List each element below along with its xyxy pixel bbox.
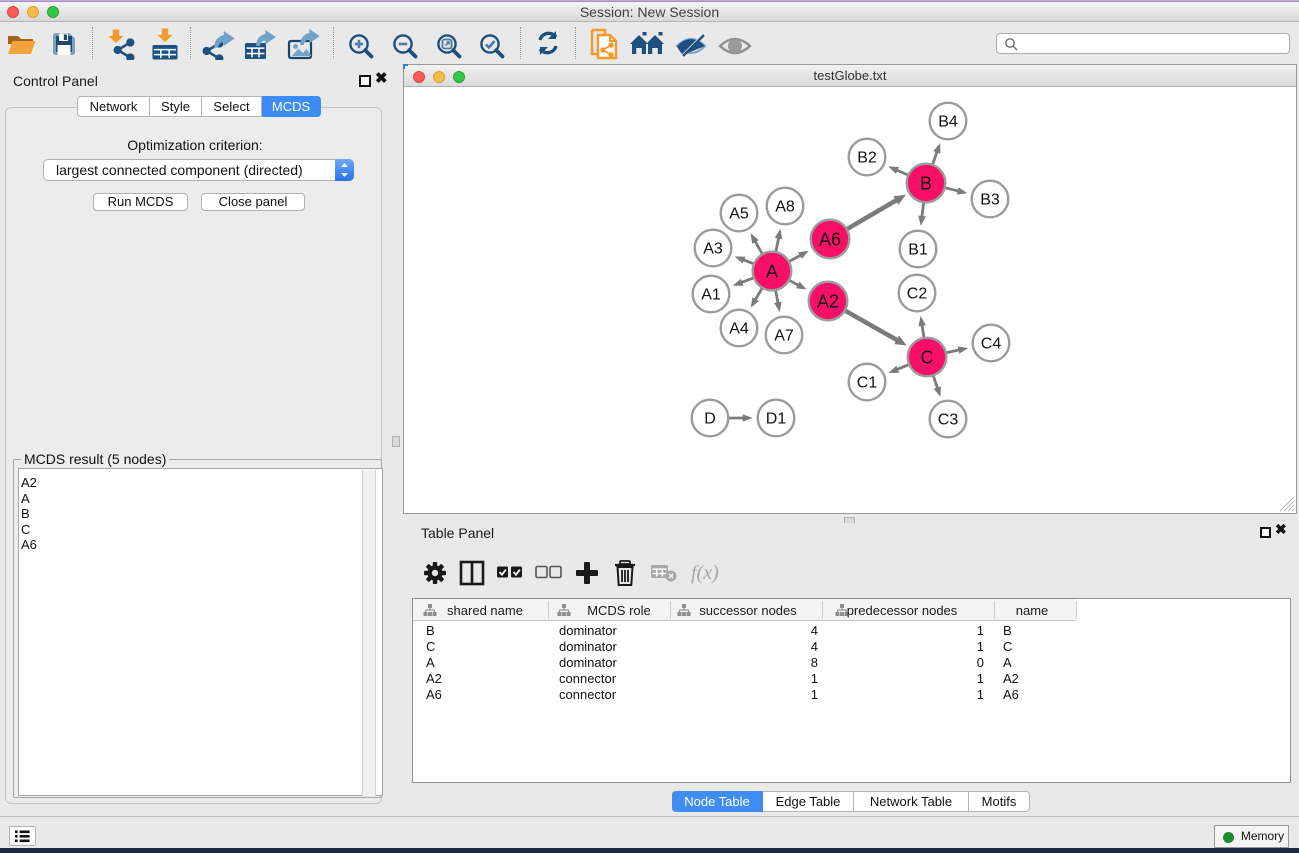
svg-text:A2: A2 xyxy=(817,292,839,312)
svg-text:C4: C4 xyxy=(981,336,1002,353)
svg-text:C3: C3 xyxy=(938,412,959,429)
svg-text:B4: B4 xyxy=(938,114,958,131)
svg-text:A8: A8 xyxy=(775,199,795,216)
svg-text:B2: B2 xyxy=(857,150,877,167)
svg-text:A1: A1 xyxy=(701,287,721,304)
svg-text:C2: C2 xyxy=(907,286,928,303)
svg-text:A5: A5 xyxy=(729,206,749,223)
svg-text:D1: D1 xyxy=(766,411,787,428)
svg-text:A6: A6 xyxy=(819,230,841,250)
svg-text:A: A xyxy=(766,262,778,282)
svg-text:D: D xyxy=(704,411,716,428)
svg-text:B3: B3 xyxy=(980,192,1000,209)
svg-text:B: B xyxy=(920,174,932,194)
svg-text:B1: B1 xyxy=(908,242,928,259)
svg-text:C: C xyxy=(921,348,934,368)
svg-text:A3: A3 xyxy=(703,241,723,258)
svg-text:A4: A4 xyxy=(729,321,749,338)
svg-text:A7: A7 xyxy=(774,328,794,345)
svg-text:C1: C1 xyxy=(857,375,878,392)
